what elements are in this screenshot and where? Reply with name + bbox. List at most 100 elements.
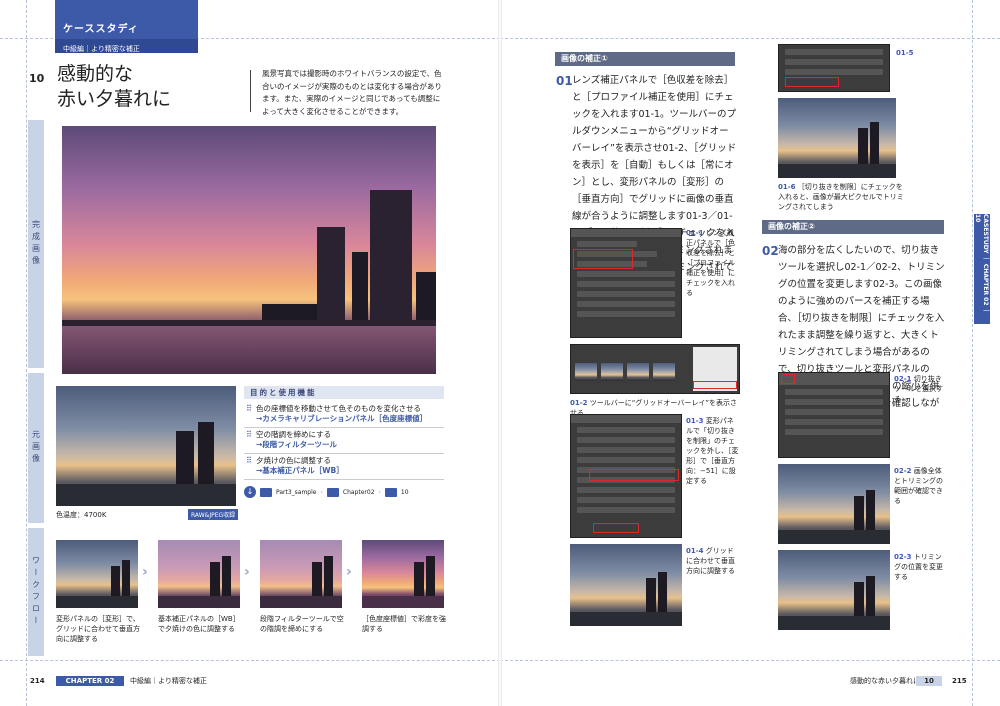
caption-number: 01-4 [686, 547, 704, 555]
trim-line [500, 38, 1000, 39]
panel-row [785, 419, 883, 425]
chevron-right-icon: › [346, 564, 352, 580]
chevron-right-icon: › [142, 564, 148, 580]
tower [646, 578, 656, 612]
panel-row [785, 49, 883, 55]
workflow-caption-4: ［色度座標値］で彩度を強調する [362, 615, 446, 633]
path-folder: 10 [400, 488, 409, 496]
goal-item: ⠿ 夕焼けの色に調整する →基本補正パネル［WB］ [244, 454, 444, 480]
tower [122, 560, 130, 596]
thumbnail [575, 363, 597, 381]
tower [854, 582, 864, 616]
panel-row [577, 427, 675, 433]
title-line-2: 赤い夕暮れに [57, 88, 172, 110]
tower [312, 562, 322, 596]
goal-feature: →段階フィルターツール [256, 440, 337, 449]
panel-row [577, 301, 675, 307]
tower [870, 122, 879, 164]
tower [111, 566, 120, 596]
tower [416, 272, 436, 322]
left-page: ケーススタディ 中級編｜より精密な補正 10 感動的な 赤い夕暮れに 風景写真で… [0, 0, 500, 706]
panel-row [577, 281, 675, 287]
caption-01-3: 01-3 変形パネルで「切り抜きを制限」のチェックを外し、［変形］で［垂直方向：… [686, 416, 740, 486]
panel-title [571, 229, 681, 237]
screenshot-01-1 [570, 228, 682, 338]
folder-icon [260, 487, 272, 497]
screenshot-01-3 [570, 414, 682, 538]
chevron-right-icon: › [244, 564, 250, 580]
tower [658, 572, 667, 612]
trim-line [26, 0, 27, 706]
highlight-box [573, 249, 633, 269]
panel-row [785, 429, 883, 435]
caption-number: 01-1 [686, 229, 704, 237]
intro-text: 風景写真では撮影時のホワイトバランスの設定で、色合いのイメージが実際のものとは変… [262, 69, 442, 116]
water [778, 164, 896, 178]
tower [370, 190, 412, 322]
panel-row [577, 271, 675, 277]
step-number-1: 01 [556, 74, 573, 88]
side-tab-chapter: CASESTUDY ｜ CHAPTER 02 ｜ 10 [974, 214, 990, 324]
tower [414, 562, 424, 596]
goal-item: ⠿ 色の座標値を移動させて色そのものを変化させる →カメラキャリブレーションパネ… [244, 402, 444, 428]
panel-title [571, 415, 681, 423]
caption-text: ［切り抜きを制限］にチェックを入れると、画像が最大ピクセルでトリミングされてしま… [778, 183, 904, 211]
raw-badge: RAW&JPEG収録 [188, 509, 239, 520]
grid-icon: ⠿ [246, 404, 252, 413]
caption-number: 02-2 [894, 467, 912, 475]
path-part3: Part3_sample [276, 488, 317, 496]
workflow-image-2 [158, 540, 240, 608]
toolbar [779, 373, 889, 385]
workflow-caption-2: 基本補正パネルの［WB］で夕焼けの色に調整する [158, 615, 240, 633]
caption-number: 02-3 [894, 553, 912, 561]
section-header-1: 画像の補正① [555, 52, 735, 66]
water [260, 596, 342, 608]
side-tab-original: 元画像 [28, 373, 44, 523]
thumbnail [627, 363, 649, 381]
tower [317, 227, 345, 322]
trim-line [0, 660, 500, 661]
panel-row [577, 497, 675, 503]
panel-row [785, 59, 883, 65]
water [56, 484, 236, 506]
water [158, 596, 240, 608]
highlight-box [589, 469, 679, 481]
water [570, 612, 682, 626]
caption-02-1: 02-1 切り抜きツールを選択する [894, 374, 948, 404]
panel-row [577, 241, 637, 247]
panel-row [785, 389, 883, 395]
chevron-right-icon: › [320, 488, 323, 496]
caption-number: 01-2 [570, 399, 588, 407]
tower [176, 431, 194, 486]
caption-number: 01-3 [686, 417, 704, 425]
panel-row [577, 311, 675, 317]
screenshot-02-2 [778, 464, 890, 544]
caption-01-4: 01-4 グリッドに合わせて垂直方向に調整する [686, 546, 740, 576]
step-number-2: 02 [762, 244, 779, 258]
tower [210, 562, 220, 596]
tower [352, 252, 368, 322]
highlight-box [785, 77, 839, 87]
chevron-right-icon: › [378, 488, 381, 496]
grid-icon: ⠿ [246, 430, 252, 439]
trim-line [972, 0, 973, 706]
panel-row [577, 437, 675, 443]
goals-list: ⠿ 色の座標値を移動させて色そのものを変化させる →カメラキャリブレーションパネ… [244, 402, 444, 480]
caption-02-3: 02-3 トリミングの位置を変更する [894, 552, 948, 582]
highlight-box [693, 381, 737, 389]
panel-row [785, 69, 883, 75]
right-page: 画像の補正① 01 レンズ補正パネルで［色収差を除去］と［プロファイル補正を使用… [500, 0, 1000, 706]
workflow-image-4 [362, 540, 444, 608]
section-header-2: 画像の補正② [762, 220, 944, 234]
panel-row [785, 399, 883, 405]
footer-case-number: 10 [916, 676, 942, 686]
goal-item: ⠿ 空の階調を締めにする →段階フィルターツール [244, 428, 444, 454]
title-divider [250, 70, 251, 112]
goal-text: 空の階調を締めにする [256, 430, 332, 439]
folder-icon [326, 487, 339, 497]
screenshot-01-2 [570, 344, 740, 394]
case-number: 10 [29, 72, 45, 85]
caption-01-6: 01-6 ［切り抜きを制限］にチェックを入れると、画像が最大ピクセルでトリミング… [778, 182, 908, 212]
tower [866, 576, 875, 616]
side-tab-workflow: ワークフロー [28, 528, 44, 656]
